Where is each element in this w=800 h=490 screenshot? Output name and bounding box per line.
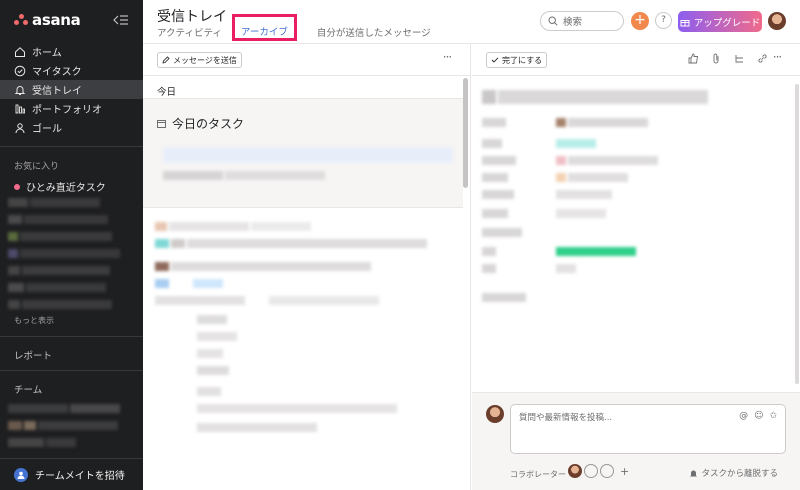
task-toolbar: 完了にする ··· [472,44,800,76]
add-collaborator-button[interactable]: + [620,465,629,478]
calendar-icon [157,120,166,128]
bar-chart-icon [15,104,25,113]
collaborators-label: コラボレーター [510,470,566,479]
home-icon [15,46,25,57]
task-card-title: 今日のタスク [172,117,245,131]
sidebar-item-label: マイタスク [32,67,82,78]
quick-add-button[interactable]: + [631,12,649,30]
collaborator-avatar[interactable] [568,464,582,478]
leave-task-label: タスクから離脱する [701,469,778,479]
sidebar-item-goals[interactable]: ゴール [0,118,143,137]
blurred-task-card-content [163,147,453,188]
notification-card-selected[interactable]: 今日のタスク [143,98,463,208]
search-icon [548,16,558,26]
send-message-label: メッセージを送信 [173,55,237,65]
comment-tools: @ ☺ ✩ [739,411,777,421]
reports-link[interactable]: レポート [14,348,52,362]
list-toolbar: メッセージを送信 ··· [143,44,470,76]
sidebar-item-inbox[interactable]: 受信トレイ [0,80,143,99]
gift-icon [680,19,690,26]
more-options-icon[interactable]: ··· [440,51,454,63]
subtask-icon[interactable] [734,53,745,64]
favorites-heading: お気に入り [14,162,60,172]
sidebar-item-home[interactable]: ホーム [0,42,143,61]
invite-icon [14,467,28,482]
collaborator-placeholder-icon[interactable] [584,464,598,478]
asana-logo-icon [14,14,28,26]
date-group-label: 今日 [157,87,177,98]
invite-teammates-button[interactable]: チームメイトを招待 [0,458,143,490]
team-heading: チーム [14,385,43,396]
comment-placeholder: 質問や最新情報を投稿... [519,413,613,423]
current-user-avatar [486,405,504,423]
thumbs-up-icon[interactable] [688,53,699,64]
blurred-favorites-list [8,198,128,317]
sidebar-divider [0,370,143,371]
detail-scrollbar[interactable] [795,84,799,384]
leave-task-button[interactable]: タスクから離脱する [689,467,778,479]
bell-icon [690,470,698,476]
collapse-sidebar-icon[interactable] [113,14,129,26]
user-avatar[interactable] [768,12,786,30]
sidebar: asana ホーム マイタスク 受信トレイ ポートフォリオ ゴール お気に入り … [0,0,143,490]
task-action-icons [688,53,768,64]
invite-label: チームメイトを招待 [35,471,125,482]
favorite-item[interactable]: ひとみ直近タスク [14,179,106,194]
asana-logo[interactable]: asana [14,11,81,29]
search-input[interactable]: 検索 [540,11,624,31]
blurred-team-list [8,404,133,455]
upgrade-label: アップグレード [693,17,761,29]
check-circle-icon [14,65,26,76]
upgrade-button[interactable]: アップグレード [678,11,762,32]
star-icon[interactable]: ✩ [769,411,777,421]
mark-complete-button[interactable]: 完了にする [486,52,548,68]
bell-icon [14,85,26,95]
task-detail-pane: 完了にする ··· 質問や最新情報を投稿... @ ☺ ✩ コラボレーター + … [472,44,800,490]
collaborator-placeholder-icon[interactable] [600,464,614,478]
sidebar-item-label: ホーム [32,48,62,59]
tab-sent-messages[interactable]: 自分が送信したメッセージ [317,23,431,41]
logo-text: asana [32,11,81,29]
comment-input[interactable]: 質問や最新情報を投稿... @ ☺ ✩ [510,404,786,454]
mark-complete-label: 完了にする [502,55,543,65]
sidebar-item-my-tasks[interactable]: マイタスク [0,61,143,80]
list-scrollbar[interactable] [463,78,468,188]
person-icon [15,122,25,133]
sidebar-item-portfolios[interactable]: ポートフォリオ [0,99,143,118]
search-placeholder: 検索 [563,17,583,28]
project-color-dot [14,183,20,190]
comment-composer: 質問や最新情報を投稿... @ ☺ ✩ コラボレーター + タスクから離脱する [472,392,800,490]
sidebar-item-label: ポートフォリオ [32,105,102,116]
sidebar-divider [0,336,143,337]
show-more-link[interactable]: もっと表示 [14,315,54,326]
emoji-icon[interactable]: ☺ [754,411,763,421]
favorite-item-label: ひとみ直近タスク [26,183,106,194]
blurred-task-details [482,90,782,310]
send-message-button[interactable]: メッセージを送信 [157,52,242,68]
collaborators-list: + [568,464,629,478]
pencil-icon [162,56,170,64]
mention-icon[interactable]: @ [739,411,748,421]
notification-title: 今日のタスク [157,115,244,132]
link-icon[interactable] [757,53,768,64]
blurred-notification-list [155,222,455,440]
inbox-list-pane: メッセージを送信 ··· 今日 今日のタスク [143,44,471,490]
tab-archive[interactable]: アーカイブ [231,14,297,41]
sidebar-item-label: ゴール [32,124,62,135]
top-bar: 受信トレイ アクティビティ アーカイブ 自分が送信したメッセージ 検索 + ? … [143,0,800,44]
sidebar-divider [0,146,143,147]
tab-activity[interactable]: アクティビティ [157,23,222,41]
sidebar-item-label: 受信トレイ [32,86,82,97]
task-more-options-icon[interactable]: ··· [770,51,784,63]
sidebar-nav: ホーム マイタスク 受信トレイ ポートフォリオ ゴール [0,42,143,137]
help-button[interactable]: ? [655,12,672,29]
attachment-icon[interactable] [711,53,722,64]
inbox-tabs: アクティビティ アーカイブ 自分が送信したメッセージ [157,14,431,41]
check-icon [491,57,499,63]
